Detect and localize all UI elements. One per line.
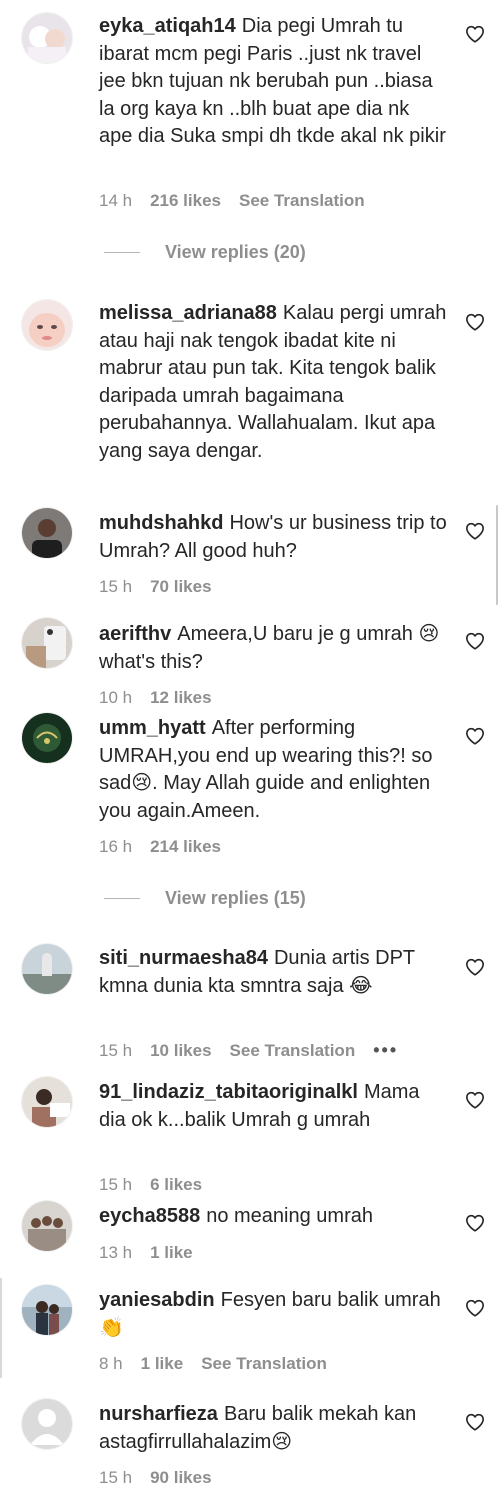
see-translation-link[interactable]: See Translation [201,1354,327,1373]
comment-meta: 13 h 1 like [99,1243,211,1263]
view-replies-button[interactable]: View replies (20) [104,242,306,263]
avatar[interactable] [22,300,72,350]
comment-meta: 16 h 214 likes [99,837,239,857]
comment-likes[interactable]: 10 likes [150,1041,211,1060]
comment-username[interactable]: muhdshahkd [99,512,223,534]
comment-username[interactable]: eycha8588 [99,1205,200,1227]
like-heart-icon[interactable] [465,1413,487,1433]
comment-likes[interactable]: 1 like [150,1243,193,1262]
comment-likes[interactable]: 1 like [141,1354,184,1373]
avatar[interactable] [22,944,72,994]
like-heart-icon[interactable] [465,313,487,333]
comment-text: yaniesabdin Fesyen baru balik umrah 👏 [99,1287,447,1342]
avatar[interactable] [22,1285,72,1335]
comment-text: eycha8588 no meaning umrah [99,1203,447,1231]
comment-time: 15 h [99,577,133,596]
comment-likes[interactable]: 6 likes [150,1175,202,1194]
comment-username[interactable]: aerifthv [99,623,171,645]
comment-meta: 15 h 6 likes [99,1175,220,1195]
comment-time: 10 h [99,688,133,707]
comment-likes[interactable]: 12 likes [150,688,211,707]
comment-text: umm_hyatt After performing UMRAH,you end … [99,715,447,825]
comment-meta: 15 h 10 likes See Translation ••• [99,1040,416,1061]
comment-username[interactable]: eyka_atiqah14 [99,15,236,37]
avatar[interactable] [22,1077,72,1127]
comment-time: 15 h [99,1041,133,1060]
avatar[interactable] [22,13,72,63]
like-heart-icon[interactable] [465,1299,487,1319]
view-replies-button[interactable]: View replies (15) [104,888,306,909]
comment-time: 15 h [99,1468,133,1487]
comment-username[interactable]: nursharfieza [99,1403,218,1425]
avatar[interactable] [22,713,72,763]
view-replies-label: View replies (20) [165,242,306,262]
comment-text: siti_nurmaesha84 Dunia artis DPT kmna dun… [99,945,447,1000]
comment-username[interactable]: siti_nurmaesha84 [99,947,268,969]
see-translation-link[interactable]: See Translation [230,1041,356,1060]
comment-time: 14 h [99,191,133,210]
replies-divider [104,252,140,253]
replies-divider [104,898,140,899]
comment-time: 13 h [99,1243,133,1262]
comment-meta: 14 h 216 likes See Translation [99,191,383,211]
comment-text: nursharfieza Baru balik mekah kan astagfi… [99,1401,447,1456]
comment-likes[interactable]: 216 likes [150,191,221,210]
like-heart-icon[interactable] [465,958,487,978]
comment-text: muhdshahkd How's ur business trip to Umra… [99,510,447,565]
comment-time: 15 h [99,1175,133,1194]
like-heart-icon[interactable] [465,1214,487,1234]
comment-meta: 15 h 90 likes [99,1468,230,1488]
comment-username[interactable]: melissa_adriana88 [99,302,277,324]
comment-likes[interactable]: 214 likes [150,837,221,856]
comment-body: Kalau pergi umrah atau haji nak tengok i… [99,302,447,462]
scrollbar[interactable] [496,505,498,605]
comment-text: eyka_atiqah14 Dia pegi Umrah tu ibarat mc… [99,13,447,151]
comment-username[interactable]: 91_lindaziz_tabitaoriginalkl [99,1081,358,1103]
comment-username[interactable]: umm_hyatt [99,717,206,739]
see-translation-link[interactable]: See Translation [239,191,365,210]
like-heart-icon[interactable] [465,522,487,542]
comment-meta: 8 h 1 like See Translation [99,1354,345,1374]
like-heart-icon[interactable] [465,727,487,747]
avatar[interactable] [22,618,72,668]
comment-likes[interactable]: 90 likes [150,1468,211,1487]
comment-body: no meaning umrah [206,1205,373,1227]
like-heart-icon[interactable] [465,25,487,45]
like-heart-icon[interactable] [465,632,487,652]
comment-meta: 10 h 12 likes [99,688,230,708]
view-replies-label: View replies (15) [165,888,306,908]
avatar[interactable] [22,508,72,558]
like-heart-icon[interactable] [465,1091,487,1111]
comment-text: 91_lindaziz_tabitaoriginalkl Mama dia ok … [99,1079,447,1134]
comment-time: 8 h [99,1354,123,1373]
comment-likes[interactable]: 70 likes [150,577,211,596]
avatar[interactable] [22,1201,72,1251]
comment-username[interactable]: yaniesabdin [99,1289,215,1311]
comment-text: melissa_adriana88 Kalau pergi umrah atau … [99,300,447,465]
more-options-icon[interactable]: ••• [373,1040,398,1060]
left-edge-divider [0,1278,2,1378]
avatar[interactable] [22,1399,72,1449]
comment-meta: 15 h 70 likes [99,577,230,597]
comment-text: aerifthv Ameera,U baru je g umrah 😢 what'… [99,621,447,676]
comment-time: 16 h [99,837,133,856]
